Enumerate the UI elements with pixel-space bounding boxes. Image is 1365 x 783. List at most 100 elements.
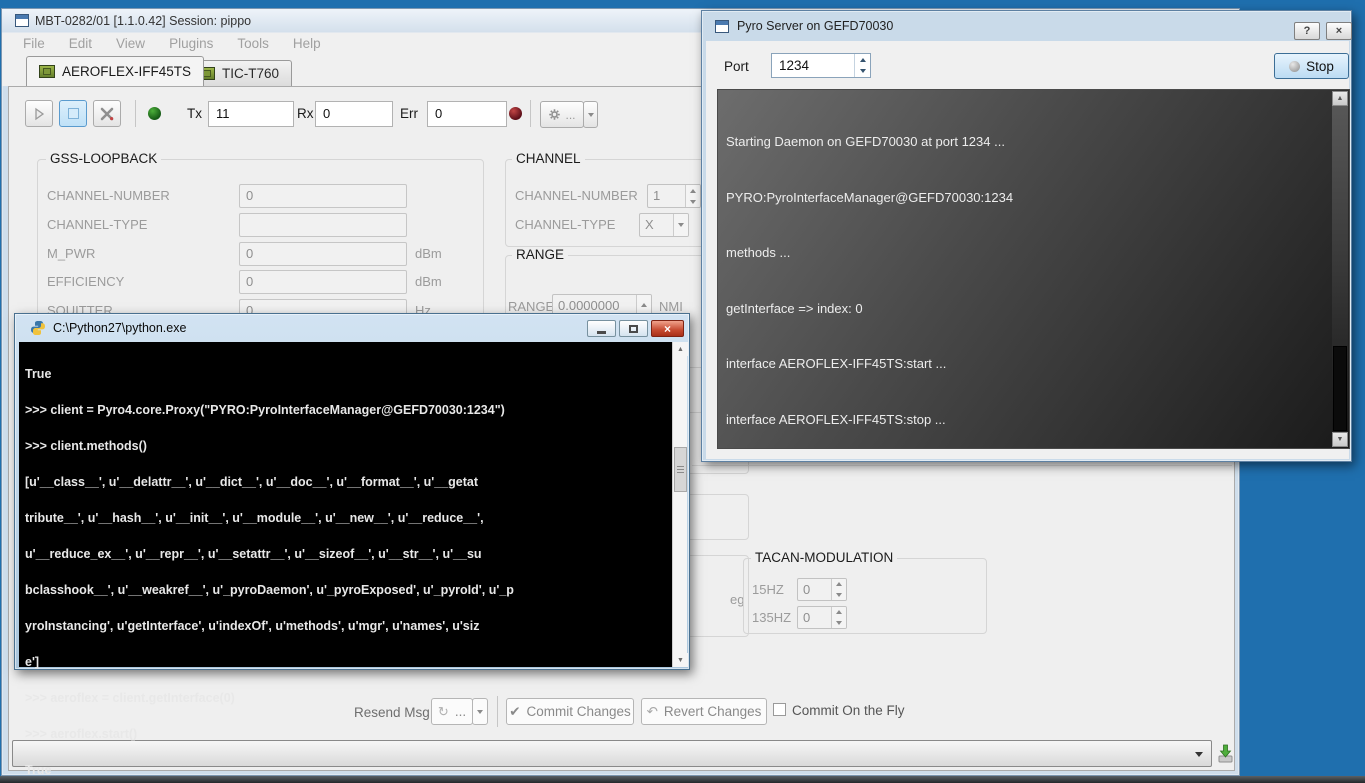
spinner-arrows[interactable] (854, 54, 870, 77)
tab-aeroflex-iff45ts[interactable]: AEROFLEX-IFF45TS (26, 56, 204, 86)
play-button[interactable] (25, 100, 53, 127)
tacan-15hz-label: 15HZ (752, 582, 784, 597)
spin-up-icon (836, 610, 842, 614)
err-count-field[interactable]: 0 (427, 101, 507, 127)
spinner-arrows[interactable] (685, 185, 700, 207)
gss-loopback-title: GSS-LOOPBACK (46, 151, 161, 166)
menu-file[interactable]: File (12, 36, 56, 51)
scroll-down-icon[interactable]: ▼ (673, 653, 688, 667)
gss-channel-type-label: CHANNEL-TYPE (47, 217, 147, 232)
spinner-arrows[interactable] (636, 295, 651, 315)
revert-icon: ↶ (647, 704, 658, 720)
menu-plugins[interactable]: Plugins (158, 36, 224, 51)
spin-up-icon (860, 58, 866, 62)
close-icon: × (664, 322, 671, 336)
pyro-window-titlebar[interactable]: Pyro Server on GEFD70030 (702, 11, 1351, 41)
revert-changes-label: Revert Changes (664, 704, 762, 719)
range-value: 0.0000000 (553, 295, 636, 315)
revert-changes-button[interactable]: ↶ Revert Changes (641, 698, 767, 725)
menu-help[interactable]: Help (282, 36, 332, 51)
help-button[interactable]: ? (1294, 22, 1320, 40)
python-console-window: C:\Python27\python.exe × True >>> client… (14, 313, 690, 670)
pyro-window-title: Pyro Server on GEFD70030 (737, 19, 893, 33)
settings-more-label: ... (565, 108, 575, 122)
gear-icon (548, 108, 561, 121)
err-status-led (509, 107, 522, 120)
chevron-down-icon (678, 223, 684, 227)
channel-title: CHANNEL (512, 151, 585, 166)
gss-channel-type-field (239, 213, 407, 237)
app-window-icon (15, 14, 29, 27)
scroll-up-icon[interactable]: ▲ (1332, 91, 1348, 106)
menu-view[interactable]: View (105, 36, 156, 51)
tacan-title: TACAN-MODULATION (751, 550, 897, 565)
spin-down-icon (836, 593, 842, 597)
commit-on-the-fly-label: Commit On the Fly (792, 703, 905, 718)
pyro-scrollbar[interactable]: ▲ ▼ (1332, 91, 1348, 447)
rx-count-field[interactable]: 0 (315, 101, 393, 127)
spinner-arrows[interactable] (831, 579, 846, 600)
maximize-icon (629, 325, 638, 333)
channel-type-value: X (640, 214, 673, 236)
python-console-text: True >>> client = Pyro4.core.Proxy("PYRO… (25, 344, 514, 783)
desktop: MBT-0282/01 [1.1.0.42] Session: pippo Fi… (0, 0, 1365, 783)
commit-on-the-fly-checkbox[interactable] (773, 703, 786, 716)
tacan-135hz-value: 0 (798, 607, 831, 628)
pyro-log-console[interactable]: Starting Daemon on GEFD70030 at port 123… (717, 89, 1350, 449)
maximize-button[interactable] (619, 320, 648, 337)
gss-efficiency-field: 0 (239, 270, 407, 294)
commit-changes-button[interactable]: ✔ Commit Changes (506, 698, 634, 725)
tab-label: AEROFLEX-IFF45TS (62, 64, 191, 79)
scrollbar-thumb[interactable] (674, 447, 687, 492)
tx-count-field[interactable]: 11 (208, 101, 294, 127)
stop-server-button[interactable]: Stop (1274, 53, 1349, 79)
scrollbar-thumb[interactable] (1333, 346, 1347, 431)
spin-down-icon (836, 621, 842, 625)
gss-efficiency-label: EFFICIENCY (47, 274, 124, 289)
rx-label: Rx (297, 106, 314, 121)
scroll-up-icon[interactable]: ▲ (673, 342, 688, 356)
settings-button[interactable]: ... (540, 101, 584, 128)
spin-up-icon (641, 303, 647, 307)
stop-button[interactable] (59, 100, 87, 127)
close-button[interactable]: × (1326, 22, 1352, 40)
combo-arrow-icon (1195, 752, 1203, 757)
tools-icon (99, 106, 115, 122)
menu-edit[interactable]: Edit (58, 36, 103, 51)
export-message-button[interactable] (1217, 744, 1234, 764)
spinner-arrows[interactable] (831, 607, 846, 628)
channel-number-value: 1 (648, 185, 685, 207)
screen-bottom-edge (0, 776, 1365, 783)
tx-status-led (148, 107, 161, 120)
channel-number-spinner[interactable]: 1 (647, 184, 701, 208)
scroll-down-icon[interactable]: ▼ (1332, 432, 1348, 447)
stop-server-icon (1289, 61, 1300, 72)
tacan-15hz-spinner[interactable]: 0 (797, 578, 847, 601)
download-icon (1217, 744, 1234, 764)
port-value: 1234 (772, 54, 854, 77)
close-icon: × (1336, 25, 1342, 37)
gss-efficiency-unit: dBm (415, 274, 442, 289)
menu-tools[interactable]: Tools (226, 36, 280, 51)
stop-icon (68, 108, 79, 119)
tacan-135hz-spinner[interactable]: 0 (797, 606, 847, 629)
close-button[interactable]: × (651, 320, 684, 337)
spin-up-icon (690, 189, 696, 193)
spin-up-icon (836, 582, 842, 586)
minimize-button[interactable] (587, 320, 616, 337)
gss-channel-number-field: 0 (239, 184, 407, 208)
spin-down-icon (690, 200, 696, 204)
port-spinner[interactable]: 1234 (771, 53, 871, 78)
tab-label: TIC-T760 (222, 66, 279, 81)
configure-button[interactable] (93, 100, 121, 127)
gss-mpwr-label: M_PWR (47, 246, 95, 261)
settings-dropdown-button[interactable] (583, 101, 598, 128)
spin-down-icon (860, 69, 866, 73)
dropdown-arrow[interactable] (673, 214, 688, 236)
commit-changes-label: Commit Changes (527, 704, 631, 719)
pyro-server-window: Pyro Server on GEFD70030 ? × Port 1234 S… (701, 10, 1352, 462)
channel-type-dropdown[interactable]: X (639, 213, 689, 237)
python-window-title: C:\Python27\python.exe (53, 321, 186, 335)
python-scrollbar[interactable]: ▲ ▼ (672, 342, 687, 667)
python-console-output[interactable]: True >>> client = Pyro4.core.Proxy("PYRO… (19, 342, 687, 667)
